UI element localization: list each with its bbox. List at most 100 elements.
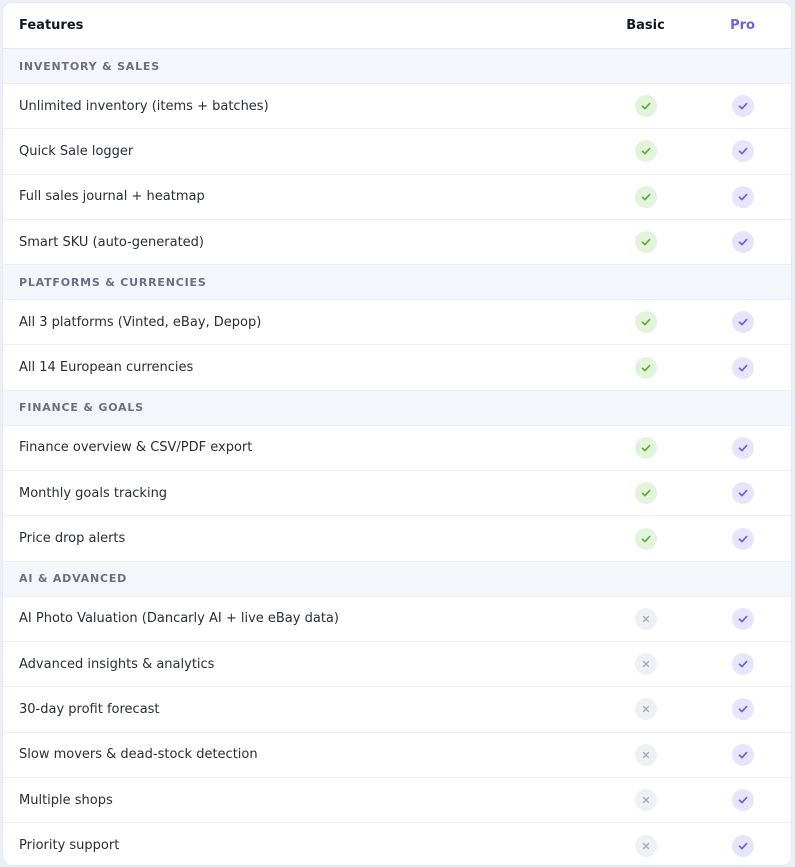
table-row: Slow movers & dead-stock detection	[3, 733, 791, 778]
check-icon	[731, 653, 754, 676]
check-icon	[634, 356, 657, 379]
check-icon	[634, 185, 657, 208]
feature-label: Quick Sale logger	[19, 143, 134, 159]
features-column-header: Features	[19, 18, 84, 33]
basic-cell	[597, 140, 694, 163]
check-icon	[634, 482, 657, 505]
feature-label: All 3 platforms (Vinted, eBay, Depop)	[19, 314, 262, 330]
pro-cell	[694, 698, 791, 721]
table-row: 30-day profit forecast	[3, 687, 791, 733]
basic-column-header: Basic	[626, 18, 665, 33]
pro-cell	[694, 185, 791, 208]
basic-cell	[597, 653, 694, 676]
basic-cell	[597, 231, 694, 254]
check-icon	[731, 311, 754, 334]
basic-cell	[597, 527, 694, 550]
basic-cell	[597, 482, 694, 505]
table-row: All 14 European currencies	[3, 345, 791, 391]
feature-label: Priority support	[19, 838, 120, 854]
table-row: Price drop alerts	[3, 516, 791, 562]
section-header: FINANCE & GOALS	[3, 390, 791, 426]
check-icon	[731, 356, 754, 379]
check-icon	[731, 743, 754, 766]
check-icon	[731, 185, 754, 208]
feature-label: Advanced insights & analytics	[19, 656, 215, 672]
table-row: Monthly goals tracking	[3, 471, 791, 517]
check-icon	[731, 789, 754, 811]
feature-label: Finance overview & CSV/PDF export	[19, 440, 253, 456]
feature-label: Multiple shops	[19, 792, 113, 808]
check-icon	[731, 436, 754, 459]
table-row: Unlimited inventory (items + batches)	[3, 84, 791, 130]
check-icon	[731, 527, 754, 550]
feature-label: Slow movers & dead-stock detection	[19, 747, 258, 763]
check-icon	[634, 95, 657, 118]
cross-icon	[634, 834, 657, 857]
section-header: PLATFORMS & CURRENCIES	[3, 265, 791, 301]
check-icon	[731, 834, 754, 857]
check-icon	[731, 607, 754, 630]
section-title: FINANCE & GOALS	[19, 401, 144, 415]
pro-cell	[694, 311, 791, 334]
feature-label: Unlimited inventory (items + batches)	[19, 98, 269, 114]
check-icon	[634, 311, 657, 334]
pro-cell	[694, 231, 791, 254]
cross-icon	[634, 789, 657, 811]
check-icon	[731, 95, 754, 118]
table-row: Priority support	[3, 823, 791, 865]
check-icon	[731, 482, 754, 505]
section-title: PLATFORMS & CURRENCIES	[19, 275, 207, 289]
table-row: Smart SKU (auto-generated)	[3, 220, 791, 266]
pro-cell	[694, 743, 791, 766]
table-row: All 3 platforms (Vinted, eBay, Depop)	[3, 300, 791, 346]
table-row: Quick Sale logger	[3, 129, 791, 175]
section-header: INVENTORY & SALES	[3, 49, 791, 84]
section-title: AI & ADVANCED	[19, 572, 128, 586]
feature-label: Price drop alerts	[19, 531, 126, 547]
table-row: Full sales journal + heatmap	[3, 175, 791, 220]
basic-cell	[597, 185, 694, 208]
pro-cell	[694, 140, 791, 163]
feature-label: Full sales journal + heatmap	[19, 189, 205, 205]
pro-cell	[694, 834, 791, 857]
basic-cell	[597, 834, 694, 857]
basic-cell	[597, 311, 694, 334]
cross-icon	[634, 743, 657, 766]
cross-icon	[634, 698, 657, 721]
pro-cell	[694, 356, 791, 379]
pro-cell	[694, 482, 791, 505]
basic-cell	[597, 95, 694, 118]
table-header-row: Features Basic Pro	[3, 3, 791, 49]
cross-icon	[634, 653, 657, 676]
feature-label: 30-day profit forecast	[19, 701, 160, 717]
basic-cell	[597, 743, 694, 766]
check-icon	[634, 231, 657, 254]
basic-cell	[597, 698, 694, 721]
table-row: Multiple shops	[3, 778, 791, 824]
table-body: INVENTORY & SALES Unlimited inventory (it…	[3, 49, 791, 865]
pro-column-header: Pro	[730, 18, 755, 33]
section-header: AI & ADVANCED	[3, 561, 791, 597]
table-row: Finance overview & CSV/PDF export	[3, 426, 791, 472]
check-icon	[634, 527, 657, 550]
pro-cell	[694, 607, 791, 630]
basic-cell	[597, 607, 694, 630]
basic-cell	[597, 356, 694, 379]
check-icon	[731, 140, 754, 163]
pro-cell	[694, 653, 791, 676]
check-icon	[634, 436, 657, 459]
feature-comparison-table: Features Basic Pro INVENTORY & SALES Unli…	[2, 2, 792, 866]
feature-label: Monthly goals tracking	[19, 485, 168, 501]
check-icon	[731, 698, 754, 721]
table-row: Advanced insights & analytics	[3, 642, 791, 688]
check-icon	[634, 140, 657, 163]
feature-label: AI Photo Valuation (Dancarly AI + live e…	[19, 611, 339, 627]
pro-cell	[694, 436, 791, 459]
basic-cell	[597, 436, 694, 459]
basic-cell	[597, 789, 694, 811]
table-row: AI Photo Valuation (Dancarly AI + live e…	[3, 597, 791, 642]
check-icon	[731, 231, 754, 254]
pro-cell	[694, 95, 791, 118]
section-title: INVENTORY & SALES	[19, 59, 160, 73]
pro-cell	[694, 527, 791, 550]
